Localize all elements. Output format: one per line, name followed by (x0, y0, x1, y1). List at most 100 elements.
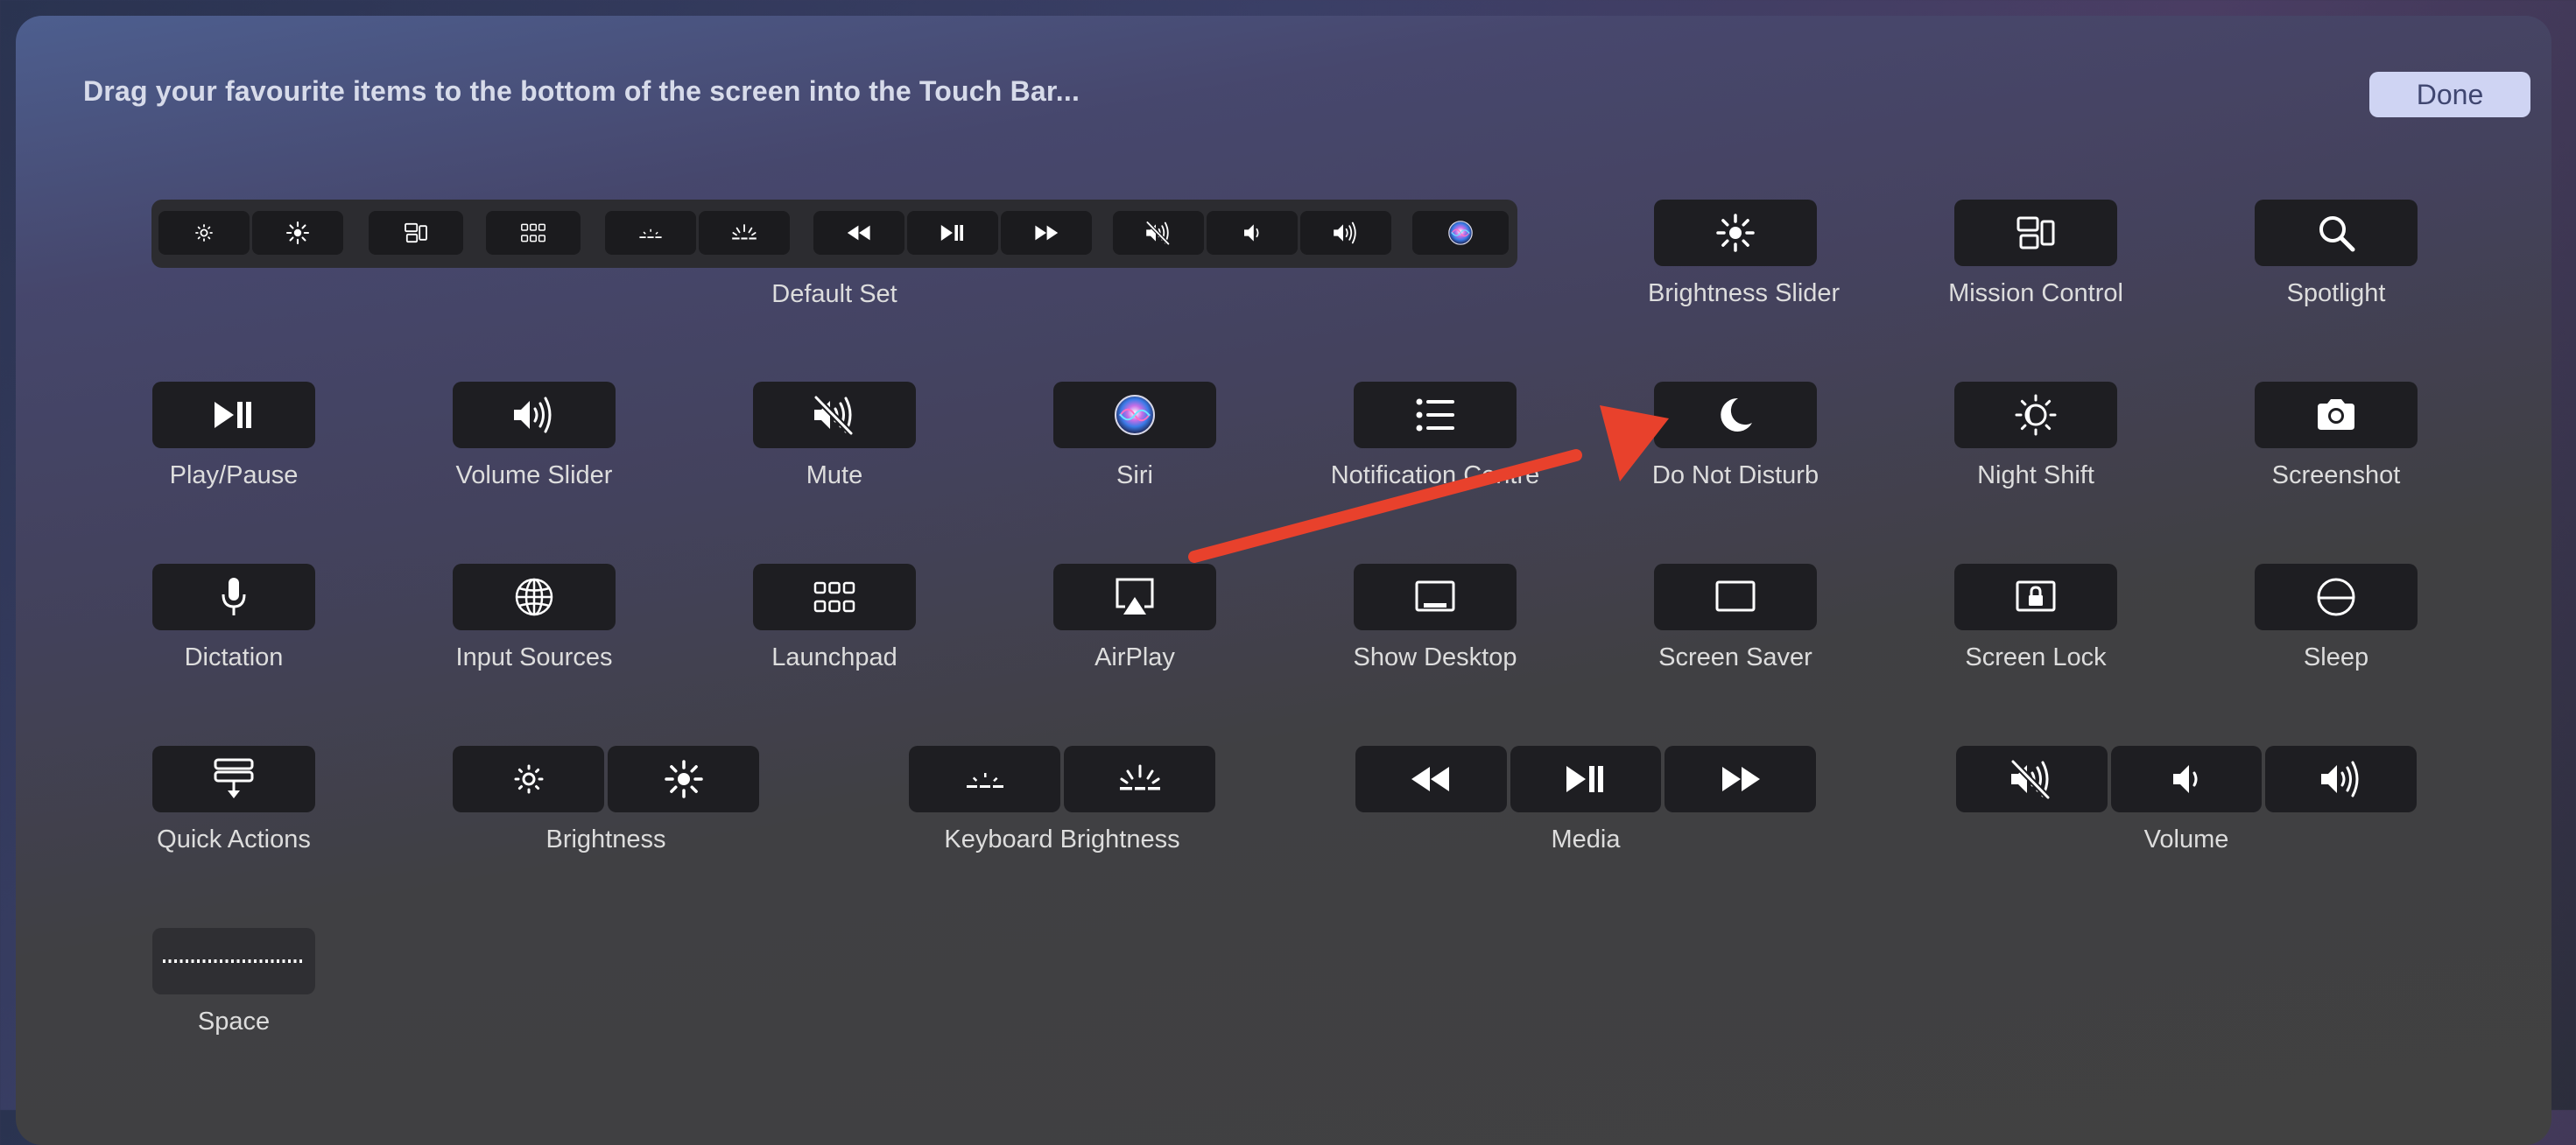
item-label: Media (1551, 825, 1621, 853)
show-desktop-item[interactable]: Show Desktop (1348, 564, 1523, 672)
dictation-key[interactable] (152, 564, 315, 630)
quick-actions-key[interactable] (152, 746, 315, 812)
keyboard-brightness-up-key[interactable] (1064, 746, 1215, 812)
airplay-key[interactable] (1053, 564, 1216, 630)
brightness-up-icon (662, 757, 706, 801)
siri-key[interactable] (1053, 382, 1216, 448)
screen-saver-key[interactable] (1654, 564, 1817, 630)
mission-control-icon (369, 211, 463, 255)
brightness-up-key[interactable] (608, 746, 759, 812)
night-shift-item[interactable]: Night Shift (1948, 382, 2123, 490)
item-label: Screenshot (2271, 461, 2401, 489)
fast-forward-icon (1719, 757, 1763, 801)
keyboard-brightness-down-icon (605, 211, 696, 255)
sleep-key[interactable] (2255, 564, 2418, 630)
night-shift-key[interactable] (1954, 382, 2117, 448)
volume-slider-key[interactable] (453, 382, 616, 448)
launchpad-icon (486, 211, 581, 255)
item-label: Notification Centre (1330, 461, 1540, 489)
space-key[interactable] (152, 928, 315, 994)
brightness-up-icon (252, 211, 343, 255)
item-label: Volume Slider (455, 461, 613, 489)
moon-icon (1714, 393, 1757, 437)
keyboard-brightness-item[interactable]: Keyboard Brightness (907, 746, 1217, 854)
show-desktop-key[interactable] (1354, 564, 1517, 630)
item-label: Launchpad (771, 643, 897, 671)
rewind-icon (813, 211, 904, 255)
spotlight-key[interactable] (2255, 200, 2418, 266)
brightness-down-key[interactable] (453, 746, 604, 812)
item-label: Input Sources (455, 643, 613, 671)
play-pause-key[interactable] (152, 382, 315, 448)
screenshot-key[interactable] (2255, 382, 2418, 448)
volume-up-icon (1300, 211, 1391, 255)
mute-icon (1113, 211, 1204, 255)
microphone-icon (212, 575, 256, 619)
keyboard-brightness-down-key[interactable] (909, 746, 1060, 812)
item-label: Space (197, 1008, 271, 1036)
brightness-slider-item[interactable]: Brightness Slider (1648, 200, 1840, 308)
volume-up-key[interactable] (2265, 746, 2418, 812)
launchpad-key[interactable] (753, 564, 916, 630)
mute-item[interactable]: Mute (747, 382, 922, 490)
done-button[interactable]: Done (2369, 72, 2530, 117)
input-sources-key[interactable] (453, 564, 616, 630)
notification-centre-key[interactable] (1354, 382, 1517, 448)
play-pause-icon (1564, 757, 1608, 801)
launchpad-icon (813, 575, 856, 619)
desktop-icon (1413, 575, 1457, 619)
airplay-item[interactable]: AirPlay (1047, 564, 1222, 672)
item-label: Night Shift (1977, 461, 2094, 489)
play-pause-item[interactable]: Play/Pause (146, 382, 321, 490)
night-shift-icon (2014, 393, 2058, 437)
item-label: Screen Lock (1965, 643, 2107, 671)
fast-forward-key[interactable] (1665, 746, 1817, 812)
volume-down-key[interactable] (2110, 746, 2263, 812)
item-label: Keyboard Brightness (944, 825, 1180, 853)
notification-centre-item[interactable]: Notification Centre (1260, 382, 1610, 490)
item-label: Do Not Disturb (1651, 461, 1819, 489)
airplay-icon (1113, 575, 1157, 619)
rewind-key[interactable] (1355, 746, 1507, 812)
mute-key[interactable] (1956, 746, 2108, 812)
media-item[interactable]: Media (1354, 746, 1818, 854)
instruction-text: Drag your favourite items to the bottom … (83, 75, 1080, 107)
screenshot-item[interactable]: Screenshot (2249, 382, 2424, 490)
screen-saver-icon (1714, 575, 1757, 619)
mute-icon (2009, 757, 2053, 801)
default-set-strip[interactable] (151, 200, 1517, 268)
mute-key[interactable] (753, 382, 916, 448)
search-icon (2314, 211, 2358, 255)
brightness-item[interactable]: Brightness (451, 746, 761, 854)
brightness-slider-key[interactable] (1654, 200, 1817, 266)
item-label: Volume (2143, 825, 2229, 853)
spotlight-item[interactable]: Spotlight (2249, 200, 2424, 308)
launchpad-item[interactable]: Launchpad (747, 564, 922, 672)
screen-lock-key[interactable] (1954, 564, 2117, 630)
item-label: Play/Pause (169, 461, 299, 489)
mission-control-item[interactable]: Mission Control (1948, 200, 2123, 308)
mission-control-key[interactable] (1954, 200, 2117, 266)
screen-saver-item[interactable]: Screen Saver (1648, 564, 1823, 672)
volume-slider-item[interactable]: Volume Slider (447, 382, 622, 490)
dictation-item[interactable]: Dictation (146, 564, 321, 672)
volume-item[interactable]: Volume (1954, 746, 2418, 854)
input-sources-item[interactable]: Input Sources (447, 564, 622, 672)
sleep-item[interactable]: Sleep (2249, 564, 2424, 672)
camera-icon (2314, 393, 2358, 437)
item-label: Mute (806, 461, 863, 489)
space-item[interactable]: Space (146, 928, 321, 1036)
do-not-disturb-key[interactable] (1654, 382, 1817, 448)
item-label: Screen Saver (1658, 643, 1812, 671)
list-icon (1413, 393, 1457, 437)
lock-icon (2014, 575, 2058, 619)
play-pause-key[interactable] (1510, 746, 1662, 812)
default-set-label: Default Set (771, 280, 897, 308)
siri-item[interactable]: Siri (1047, 382, 1222, 490)
rewind-icon (1409, 757, 1453, 801)
quick-actions-item[interactable]: Quick Actions (146, 746, 321, 854)
do-not-disturb-item[interactable]: Do Not Disturb (1604, 382, 1867, 490)
screen-lock-item[interactable]: Screen Lock (1948, 564, 2123, 672)
keyboard-brightness-down-icon (963, 757, 1007, 801)
item-label: AirPlay (1094, 643, 1175, 671)
